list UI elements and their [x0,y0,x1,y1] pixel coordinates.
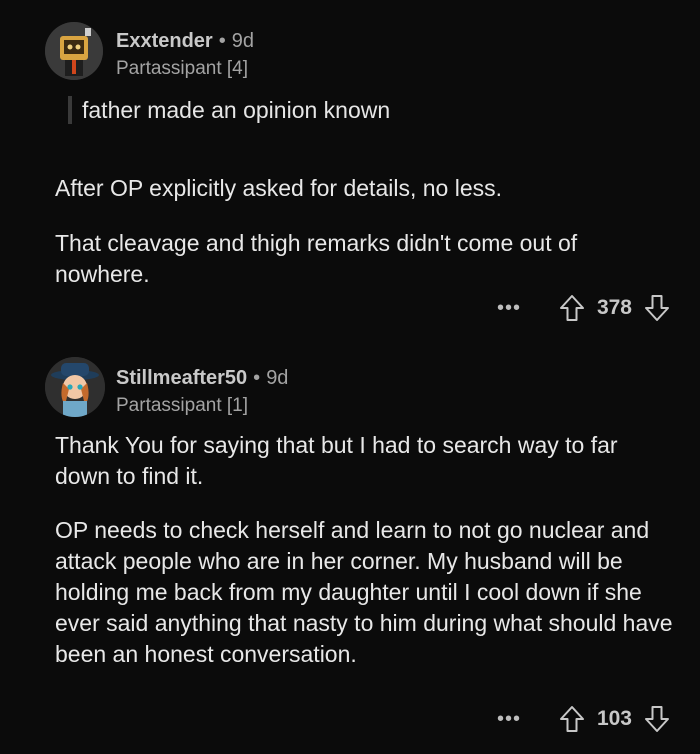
vote-score: 103 [596,707,632,730]
user-avatar[interactable] [45,357,105,417]
comment-age: 9d [231,30,254,52]
character-avatar-icon [45,357,105,417]
upvote-icon[interactable] [559,294,585,322]
comment-paragraph: OP needs to check herself and learn to n… [55,517,673,667]
comment-paragraph: That cleavage and thigh remarks didn't c… [55,230,578,287]
more-options-button[interactable]: ••• [497,708,521,731]
robot-avatar-icon [45,22,103,80]
separator: • [218,30,226,52]
comment-actions: ••• 103 [497,705,670,733]
quote-block: father made an opinion known [68,96,390,124]
comment: Exxtender • 9d Partassipant [4] father mad… [0,0,700,345]
user-avatar[interactable] [45,22,103,80]
comment-paragraph: Thank You for saying that but I had to s… [55,432,618,489]
separator: • [253,367,261,389]
comment: Stillmeafter50 • 9d Partassipant [1] Thank… [0,345,700,754]
downvote-icon[interactable] [644,294,670,322]
upvote-icon[interactable] [559,705,585,733]
more-options-button[interactable]: ••• [497,297,521,320]
comment-age: 9d [266,367,289,389]
user-flair: Partassipant [1] [116,395,249,416]
downvote-icon[interactable] [644,705,670,733]
user-flair: Partassipant [4] [116,58,249,79]
username[interactable]: Stillmeafter50 [116,367,247,389]
vote-score: 378 [596,296,632,319]
comment-paragraph: After OP explicitly asked for details, n… [55,175,502,201]
comment-actions: ••• 378 [497,294,670,322]
username[interactable]: Exxtender [116,30,213,52]
